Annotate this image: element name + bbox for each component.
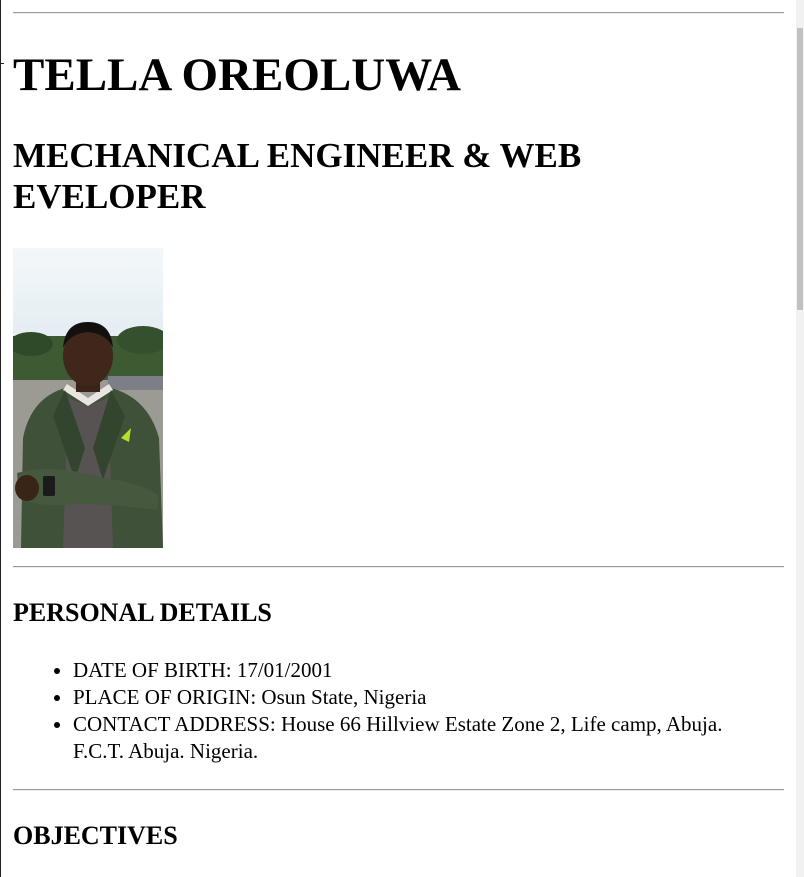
profile-photo-illustration — [13, 322, 163, 548]
personal-details-list: DATE OF BIRTH: 17/01/2001 PLACE OF ORIGI… — [13, 657, 773, 765]
personal-details-heading: PERSONAL DETAILS — [13, 598, 272, 627]
window-left-border — [0, 0, 1, 877]
window-edge-mark — [0, 63, 4, 64]
section-divider-objectives — [13, 789, 784, 791]
profile-photo — [13, 248, 163, 548]
profession-subtitle: MECHANICAL ENGINEER & WEB EVELOPER — [13, 136, 582, 216]
objectives-heading: OBJECTIVES — [13, 821, 178, 850]
list-item-date-of-birth: DATE OF BIRTH: 17/01/2001 — [73, 657, 773, 684]
list-item-contact-address: CONTACT ADDRESS: House 66 Hillview Estat… — [73, 711, 773, 765]
page-title: TELLA OREOLUWA — [13, 49, 461, 101]
section-divider-personal — [13, 566, 784, 568]
scrollbar-thumb[interactable] — [797, 28, 803, 310]
list-item-place-of-origin: PLACE OF ORIGIN: Osun State, Nigeria — [73, 684, 773, 711]
top-divider — [13, 12, 784, 14]
